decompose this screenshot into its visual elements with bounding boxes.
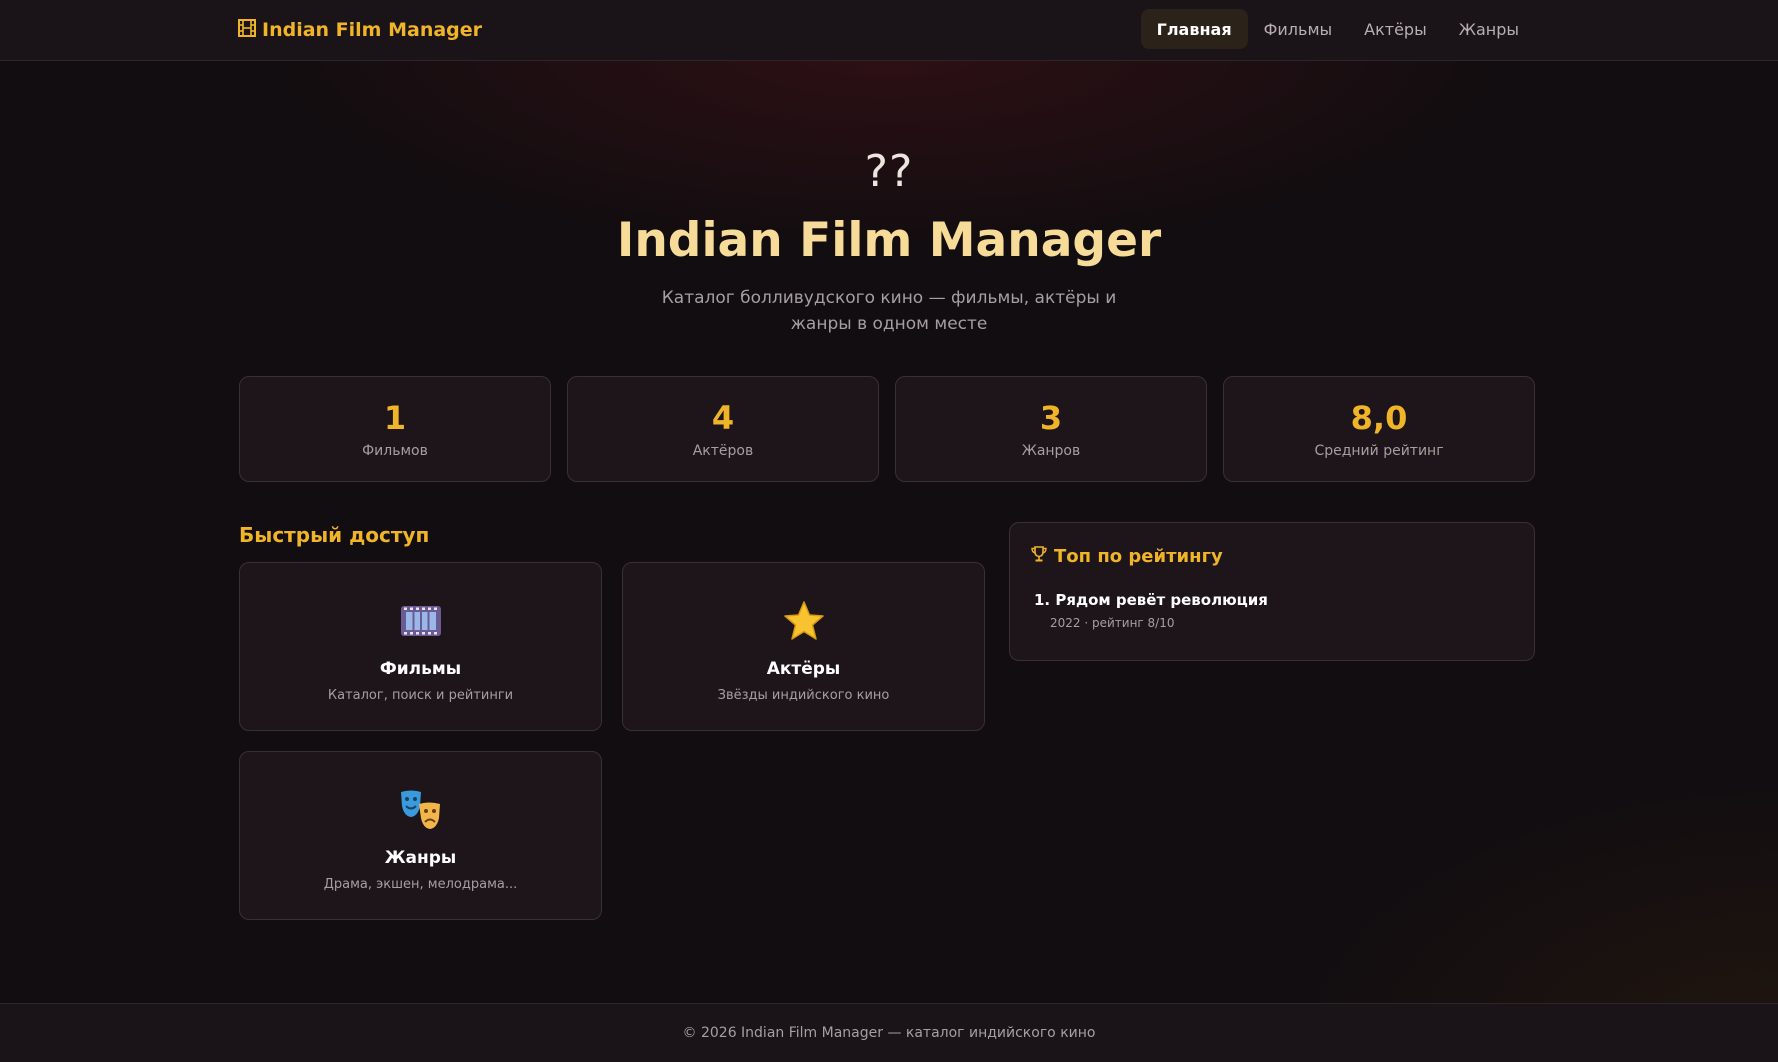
film-frame-icon [238,19,256,41]
quick-card-genres[interactable]: Жанры Драма, экшен, мелодрама... [239,751,602,920]
stat-value: 1 [383,399,407,437]
nav-item-home[interactable]: Главная [1140,9,1248,49]
quick-card-desc: Звёзды индийского кино [717,688,890,703]
nav-item-actors[interactable]: Актёры [1348,9,1443,49]
theater-masks-icon [399,788,443,832]
hero-subtitle: Каталог болливудского кино — фильмы, акт… [661,288,1117,334]
quick-card-actors[interactable]: Актёры Звёзды индийского кино [622,562,985,731]
top-item-meta: 2022 · рейтинг 8/10 [1050,616,1175,630]
stat-value: 8,0 [1350,399,1408,437]
top-rating-title: Топ по рейтингу [1030,545,1223,568]
stat-label: Средний рейтинг [1314,443,1444,459]
stat-label: Жанров [1021,443,1081,459]
quick-card-title: Жанры [384,848,457,868]
quick-card-title: Фильмы [379,659,462,679]
top-item-link[interactable]: 1. Рядом ревёт революция [1034,591,1268,609]
footer-text: © 2026 Indian Film Manager — каталог инд… [682,1025,1096,1041]
hero-emoji: ?? [864,146,914,197]
stat-card-films: 1 Фильмов [239,376,551,482]
hero-title: Indian Film Manager [616,213,1162,268]
top-rating-title-text: Топ по рейтингу [1054,546,1223,567]
quick-card-desc: Каталог, поиск и рейтинги [327,688,514,703]
stat-value: 4 [711,399,735,437]
stat-value: 3 [1039,399,1063,437]
stat-label: Актёров [692,443,754,459]
quick-card-desc: Драма, экшен, мелодрама... [323,877,518,892]
stat-label: Фильмов [362,443,428,459]
brand-link[interactable]: Indian Film Manager [238,17,482,43]
nav-item-genres[interactable]: Жанры [1443,9,1535,49]
main-nav: Главная Фильмы Актёры Жанры [1140,9,1535,49]
footer: © 2026 Indian Film Manager — каталог инд… [0,1003,1778,1062]
stat-card-genres: 3 Жанров [895,376,1207,482]
brand-label: Indian Film Manager [262,19,483,41]
stat-card-rating: 8,0 Средний рейтинг [1223,376,1535,482]
film-strip-icon [399,599,443,643]
nav-item-films[interactable]: Фильмы [1248,9,1349,49]
quick-access-title: Быстрый доступ [239,523,430,547]
quick-card-films[interactable]: Фильмы Каталог, поиск и рейтинги [239,562,602,731]
quick-card-title: Актёры [766,659,841,679]
top-navbar: Indian Film Manager Главная Фильмы Актёр… [0,0,1778,61]
stats-row: 1 Фильмов 4 Актёров 3 Жанров 8,0 Средний… [239,376,1535,482]
trophy-icon [1030,545,1048,568]
star-icon [782,599,826,643]
stat-card-actors: 4 Актёров [567,376,879,482]
top-rating-panel: Топ по рейтингу 1. Рядом ревёт революция… [1009,522,1535,661]
